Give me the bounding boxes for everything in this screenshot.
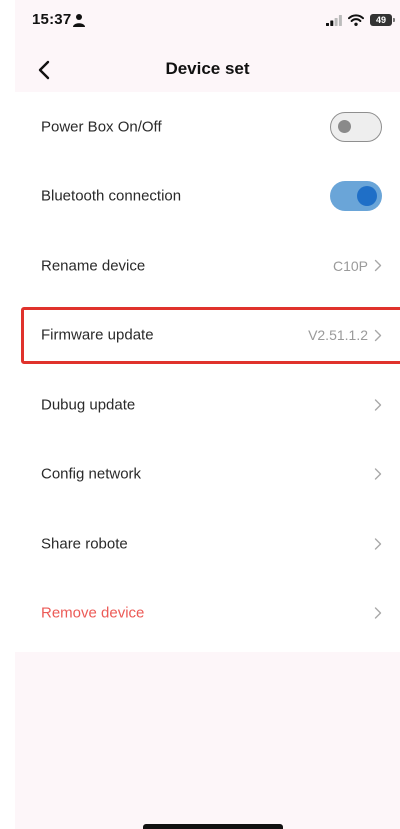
toggle-knob <box>357 186 377 207</box>
config-network-row[interactable]: Config network <box>15 440 400 510</box>
chevron-right-icon <box>374 538 382 550</box>
power-box-toggle[interactable] <box>330 111 382 142</box>
settings-list: Power Box On/Off Bluetooth connection Re… <box>15 92 400 652</box>
status-time: 15:37 <box>32 11 72 28</box>
battery-icon: 49 <box>370 14 395 26</box>
chevron-right-icon <box>374 399 382 411</box>
debug-update-trailing <box>374 398 382 411</box>
firmware-update-label: Firmware update <box>41 326 154 344</box>
chevron-right-icon <box>374 260 382 272</box>
bluetooth-toggle[interactable] <box>330 181 382 212</box>
home-indicator <box>143 824 283 829</box>
screen: 15:37 49 Device set Power Box On/Off Blu… <box>0 0 400 829</box>
rename-device-row[interactable]: Rename device C10P <box>15 231 400 301</box>
bluetooth-label: Bluetooth connection <box>41 187 182 205</box>
share-robot-label: Share robote <box>41 535 128 553</box>
device-settings-page: 15:37 49 Device set Power Box On/Off Blu… <box>15 0 400 829</box>
wifi-icon <box>348 14 364 26</box>
bluetooth-row: Bluetooth connection <box>15 162 400 232</box>
config-network-trailing <box>374 468 382 481</box>
remove-device-trailing <box>374 607 382 620</box>
toggle-knob <box>338 119 351 133</box>
status-indicators: 49 <box>326 13 395 27</box>
status-bar: 15:37 49 <box>15 0 400 44</box>
share-robot-row[interactable]: Share robote <box>15 509 400 579</box>
debug-update-label: Dubug update <box>41 396 136 414</box>
power-box-row: Power Box On/Off <box>15 92 400 162</box>
chevron-right-icon <box>374 468 382 480</box>
bluetooth-control <box>330 181 382 212</box>
page-title: Device set <box>165 59 250 78</box>
power-box-control <box>330 111 382 142</box>
debug-update-row[interactable]: Dubug update <box>15 370 400 440</box>
chevron-right-icon <box>374 607 382 619</box>
chevron-right-icon <box>374 329 382 341</box>
remove-device-label: Remove device <box>41 604 145 622</box>
person-icon <box>73 14 85 27</box>
firmware-version-value: V2.51.1.2 <box>308 327 368 344</box>
nav-bar: Device set <box>15 50 400 90</box>
signal-icon <box>326 14 342 26</box>
remove-device-row[interactable]: Remove device <box>15 579 400 649</box>
power-box-label: Power Box On/Off <box>41 118 162 136</box>
device-name-value: C10P <box>332 257 368 274</box>
share-robot-trailing <box>374 537 382 550</box>
rename-device-trailing: C10P <box>333 258 382 274</box>
firmware-update-trailing: V2.51.1.2 <box>308 327 382 343</box>
config-network-label: Config network <box>41 465 142 483</box>
firmware-update-row[interactable]: Firmware update V2.51.1.2 <box>15 301 400 371</box>
rename-device-label: Rename device <box>41 257 146 275</box>
